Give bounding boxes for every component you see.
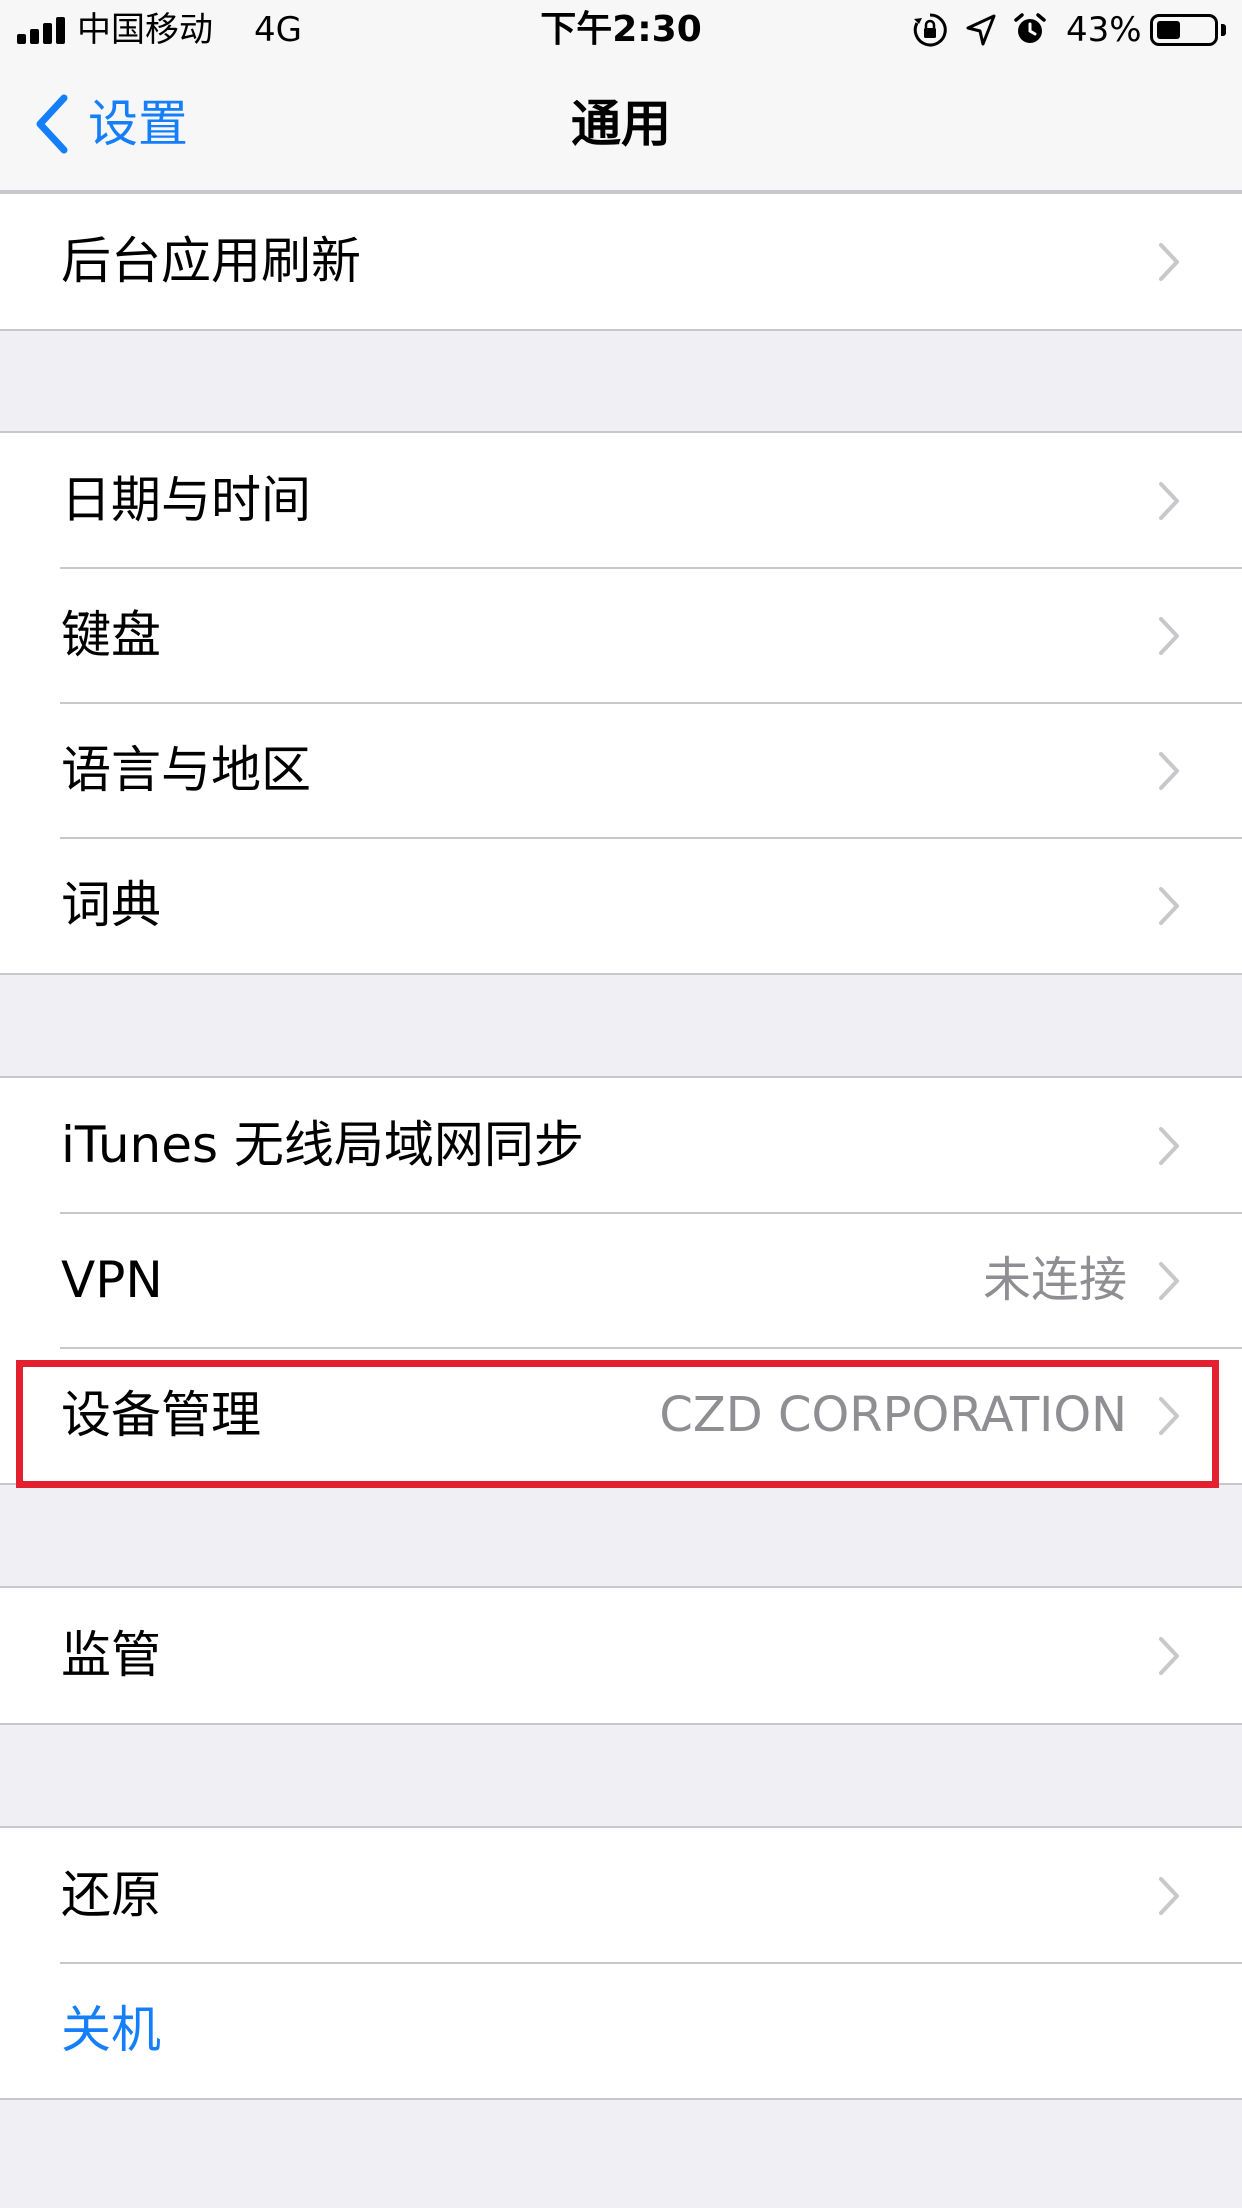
- row-label: 语言与地区: [61, 741, 311, 799]
- row-label: VPN: [61, 1251, 163, 1309]
- settings-group-input: 日期与时间 键盘 语言与地区 词典: [0, 431, 1242, 975]
- settings-group-background-refresh: 后台应用刷新: [0, 192, 1242, 331]
- row-shut-down[interactable]: 关机: [0, 1962, 1242, 2098]
- row-value: CZD CORPORATION: [659, 1387, 1127, 1443]
- status-time: 下午2:30: [540, 9, 702, 50]
- row-keyboard[interactable]: 键盘: [0, 567, 1242, 703]
- chevron-right-icon: [1159, 1127, 1179, 1165]
- battery-icon: [1150, 14, 1218, 46]
- row-vpn[interactable]: VPN 未连接: [0, 1212, 1242, 1348]
- settings-group-reset: 还原 关机: [0, 1826, 1242, 2100]
- battery-fill: [1157, 21, 1180, 39]
- alarm-icon: [1014, 13, 1046, 43]
- row-label: 设备管理: [61, 1386, 261, 1444]
- row-label: 键盘: [61, 606, 161, 664]
- row-reset[interactable]: 还原: [0, 1828, 1242, 1963]
- chevron-right-icon: [1159, 617, 1179, 655]
- row-label: 词典: [61, 876, 161, 934]
- row-value: 未连接: [982, 1252, 1127, 1308]
- row-background-app-refresh[interactable]: 后台应用刷新: [0, 194, 1242, 329]
- chevron-right-icon: [1159, 1397, 1179, 1435]
- chevron-right-icon: [1159, 243, 1179, 281]
- battery-cap: [1221, 24, 1226, 36]
- shut-down-label: 关机: [61, 2001, 161, 2059]
- chevron-right-icon: [1159, 752, 1179, 790]
- battery-percentage: 43%: [1066, 10, 1142, 50]
- page-title: 通用: [571, 95, 671, 153]
- row-itunes-wifi-sync[interactable]: iTunes 无线局域网同步: [0, 1078, 1242, 1213]
- orientation-lock-icon: [913, 13, 947, 47]
- row-label: 后台应用刷新: [61, 232, 361, 290]
- row-supervision[interactable]: 监管: [0, 1588, 1242, 1723]
- settings-group-connectivity: iTunes 无线局域网同步 VPN 未连接 设备管理 CZD CORPORAT…: [0, 1076, 1242, 1485]
- row-date-time[interactable]: 日期与时间: [0, 433, 1242, 568]
- status-bar: 中国移动 4G 下午2:30 43%: [0, 0, 1242, 60]
- settings-group-supervision: 监管: [0, 1586, 1242, 1725]
- chevron-right-icon: [1159, 887, 1179, 925]
- row-device-management[interactable]: 设备管理 CZD CORPORATION: [0, 1347, 1242, 1483]
- chevron-right-icon: [1159, 482, 1179, 520]
- row-label: iTunes 无线局域网同步: [61, 1116, 584, 1174]
- location-arrow-icon: [966, 14, 996, 46]
- navigation-bar: 设置 通用: [0, 60, 1242, 192]
- chevron-right-icon: [1159, 1877, 1179, 1915]
- row-label: 还原: [61, 1866, 161, 1924]
- chevron-right-icon: [1159, 1637, 1179, 1675]
- chevron-right-icon: [1159, 1262, 1179, 1300]
- row-language-region[interactable]: 语言与地区: [0, 702, 1242, 838]
- row-dictionary[interactable]: 词典: [0, 837, 1242, 973]
- row-label: 日期与时间: [61, 471, 311, 529]
- row-label: 监管: [61, 1626, 161, 1684]
